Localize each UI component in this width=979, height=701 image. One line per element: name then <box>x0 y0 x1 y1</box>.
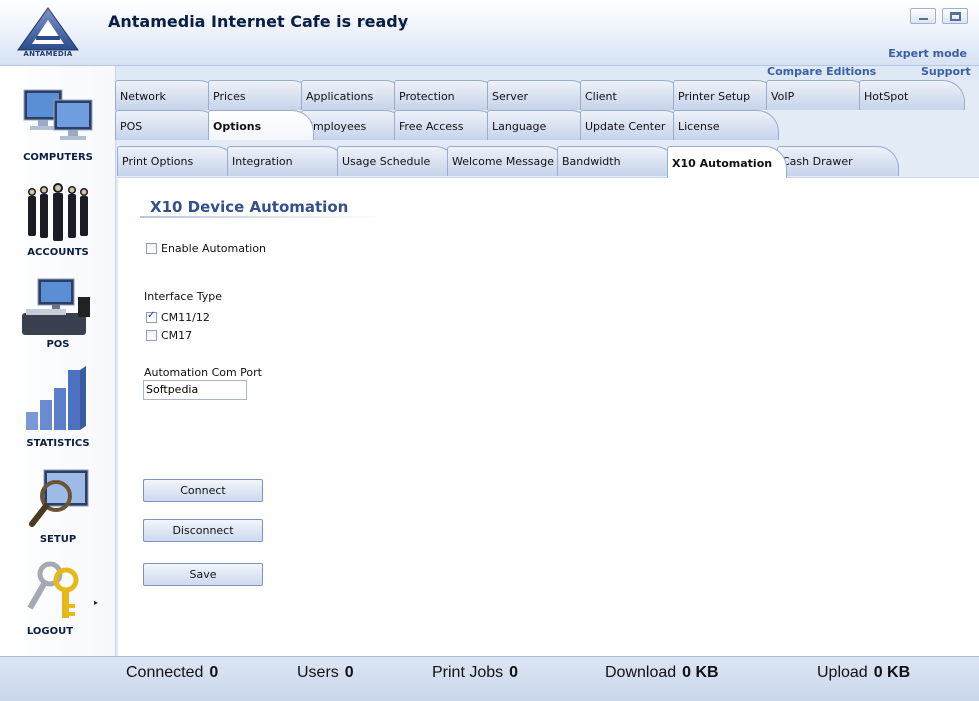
keys-icon <box>27 561 79 618</box>
status-bar: Connected 0 Users 0 Print Jobs 0 Download 0 … <box>0 656 979 701</box>
tab-client[interactable]: Client <box>580 80 686 110</box>
cm11-label: CM11/12 <box>161 311 210 324</box>
sidebar-item-label: LOGOUT <box>26 626 74 637</box>
sidebar-item-accounts[interactable]: ACCOUNTS <box>0 174 116 264</box>
expand-arrow-icon[interactable]: ▸ <box>94 598 98 607</box>
magnifier-icon <box>29 469 89 527</box>
support-link[interactable]: Support <box>921 65 971 78</box>
tab-free-access[interactable]: Free Access <box>394 110 500 140</box>
tab-hotspot[interactable]: HotSpot <box>859 80 965 110</box>
monitors-icon <box>23 89 93 140</box>
com-port-input[interactable]: Softpedia <box>143 380 247 400</box>
tab-update-center[interactable]: Update Center <box>580 110 686 140</box>
status-upload-label: Upload <box>817 664 868 681</box>
status-upload: Upload 0 KB <box>817 664 910 682</box>
enable-automation-label: Enable Automation <box>161 242 267 255</box>
connect-button[interactable]: Connect <box>143 479 263 502</box>
status-users-value: 0 <box>344 664 354 681</box>
tab-network[interactable]: Network <box>115 80 221 110</box>
maximize-icon <box>950 12 961 21</box>
sidebar-item-label: POS <box>46 339 70 350</box>
logo-text: ANTAMEDIA <box>23 50 73 58</box>
tab-server[interactable]: Server <box>487 80 593 110</box>
minimize-button[interactable] <box>910 8 936 24</box>
cm17-label: CM17 <box>161 329 193 342</box>
app-title-reflection: Antamedia Internet Cafe is ready <box>108 18 409 29</box>
expert-mode-link[interactable]: Expert mode <box>888 47 967 60</box>
status-upload-value: 0 KB <box>873 664 911 681</box>
compare-editions-link[interactable]: Compare Editions <box>767 65 876 78</box>
tab-prices[interactable]: Prices <box>208 80 314 110</box>
sidebar-item-label: STATISTICS <box>26 438 90 449</box>
status-download: Download 0 KB <box>605 664 719 682</box>
com-port-label: Automation Com Port <box>144 366 262 379</box>
status-download-label: Download <box>605 664 677 681</box>
subtab-x10-automation[interactable]: X10 Automation <box>667 146 787 178</box>
tab-license[interactable]: License <box>673 110 779 140</box>
interface-type-label: Interface Type <box>144 290 223 303</box>
tab-options[interactable]: Options <box>208 110 314 140</box>
maximize-button[interactable] <box>942 8 968 24</box>
sidebar-item-statistics[interactable]: STATISTICS <box>0 364 116 460</box>
sidebar-item-label: COMPUTERS <box>23 152 93 163</box>
minimize-icon <box>919 18 928 20</box>
cash-register-icon <box>22 278 90 335</box>
subtab-integration[interactable]: Integration <box>227 146 347 176</box>
status-print-jobs-label: Print Jobs <box>432 664 504 681</box>
tab-pos[interactable]: POS <box>115 110 221 140</box>
title-bar: ANTAMEDIA Antamedia Internet Cafe is rea… <box>0 0 979 66</box>
save-button[interactable]: Save <box>143 563 263 586</box>
people-icon <box>28 183 88 241</box>
tab-applications[interactable]: Applications <box>301 80 407 110</box>
sidebar-item-setup[interactable]: SETUP <box>0 466 116 551</box>
tab-protection[interactable]: Protection <box>394 80 500 110</box>
sidebar-item-logout[interactable]: LOGOUT <box>0 558 116 643</box>
subtab-print-options[interactable]: Print Options <box>117 146 237 176</box>
sidebar-item-computers[interactable]: COMPUTERS <box>0 74 116 169</box>
tab-printer-setup[interactable]: Printer Setup <box>673 80 779 110</box>
status-connected-label: Connected <box>126 664 204 681</box>
cm17-checkbox[interactable] <box>146 330 157 341</box>
cm11-checkbox[interactable] <box>146 310 157 323</box>
status-download-value: 0 KB <box>682 664 719 681</box>
status-users: Users 0 <box>297 664 354 682</box>
status-print-jobs: Print Jobs 0 <box>432 664 518 682</box>
subtab-usage-schedule[interactable]: Usage Schedule <box>337 146 457 176</box>
status-connected-value: 0 <box>209 664 219 681</box>
sidebar: COMPUTERS ACCOUNTS POS STATISTICS SETUP … <box>0 66 116 656</box>
tab-employees[interactable]: Employees <box>301 110 407 140</box>
disconnect-button[interactable]: Disconnect <box>143 519 263 542</box>
status-print-jobs-value: 0 <box>509 664 519 681</box>
status-connected: Connected 0 <box>126 664 218 682</box>
sidebar-item-label: SETUP <box>39 534 77 545</box>
subtab-cash-drawer[interactable]: Cash Drawer <box>777 146 899 176</box>
section-divider <box>140 216 390 218</box>
enable-automation-checkbox[interactable] <box>146 243 157 254</box>
subtab-welcome-message[interactable]: Welcome Message <box>447 146 567 176</box>
sidebar-item-pos[interactable]: POS <box>0 271 116 356</box>
subtab-bandwidth[interactable]: Bandwidth <box>557 146 677 176</box>
sidebar-item-label: ACCOUNTS <box>27 247 89 258</box>
tab-voip[interactable]: VoIP <box>766 80 872 110</box>
bar-chart-icon <box>26 366 86 430</box>
tab-language[interactable]: Language <box>487 110 593 140</box>
status-users-label: Users <box>297 664 339 681</box>
section-title: X10 Device Automation <box>150 198 349 216</box>
